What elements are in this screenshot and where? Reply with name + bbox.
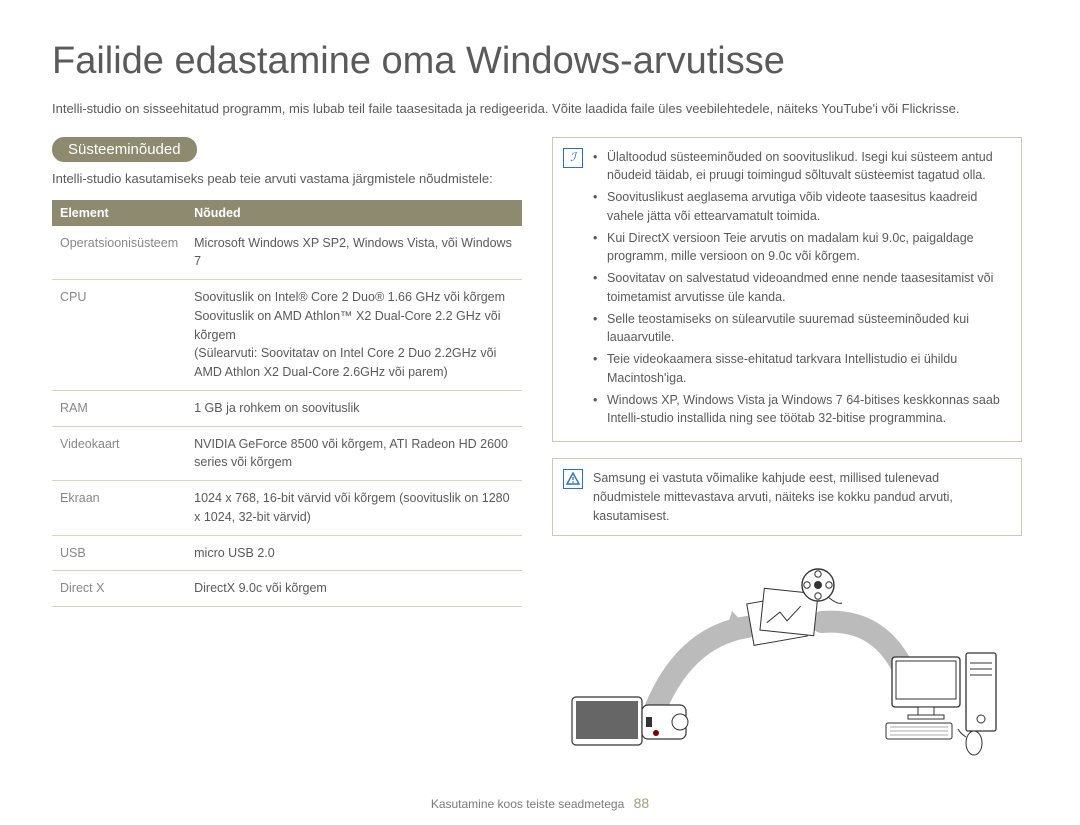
list-item: Selle teostamiseks on sülearvutile suure… [593, 310, 1007, 348]
column-left: Süsteeminõuded Intelli-studio kasutamise… [52, 137, 522, 608]
table-cell-key: Operatsioonisüsteem [52, 226, 186, 280]
table-cell-value: DirectX 9.0c või kõrgem [186, 571, 522, 607]
requirements-table: Element Nõuded Operatsioonisüsteem Micro… [52, 200, 522, 608]
list-item: Ülaltoodud süsteeminõuded on soovituslik… [593, 148, 1007, 186]
note-warning-text: Samsung ei vastuta võimalike kahjude ees… [593, 469, 1007, 525]
warning-icon [563, 469, 583, 489]
workflow-illustration [552, 567, 1022, 767]
table-cell-value: Soovituslik on Intel® Core 2 Duo® 1.66 G… [186, 280, 522, 391]
footer-section-label: Kasutamine koos teiste seadmetega [431, 797, 624, 811]
sysreq-subtext: Intelli-studio kasutamiseks peab teie ar… [52, 170, 522, 188]
info-icon: ℐ [563, 148, 583, 168]
table-cell-key: Direct X [52, 571, 186, 607]
column-right: ℐ Ülaltoodud süsteeminõuded on soovitusl… [552, 137, 1022, 608]
table-row: RAM 1 GB ja rohkem on soovituslik [52, 390, 522, 426]
table-row: USB micro USB 2.0 [52, 535, 522, 571]
page-title: Failide edastamine oma Windows-arvutisse [52, 40, 1028, 83]
table-cell-value: 1 GB ja rohkem on soovituslik [186, 390, 522, 426]
table-row: Ekraan 1024 x 768, 16-bit värvid või kõr… [52, 481, 522, 536]
list-item: Soovitatav on salvestatud videoandmed en… [593, 269, 1007, 307]
intro-text: Intelli-studio on sisseehitatud programm… [52, 99, 1028, 119]
table-row: Direct X DirectX 9.0c või kõrgem [52, 571, 522, 607]
table-cell-value: Microsoft Windows XP SP2, Windows Vista,… [186, 226, 522, 280]
list-item: Teie videokaamera sisse-ehitatud tarkvar… [593, 350, 1007, 388]
table-cell-key: Ekraan [52, 481, 186, 536]
camcorder-icon [572, 697, 688, 745]
table-cell-key: CPU [52, 280, 186, 391]
illustration-svg [552, 567, 1022, 767]
table-cell-value: NVIDIA GeForce 8500 või kõrgem, ATI Rade… [186, 426, 522, 481]
table-cell-value: 1024 x 768, 16-bit värvid või kõrgem (so… [186, 481, 522, 536]
table-cell-key: RAM [52, 390, 186, 426]
list-item: Windows XP, Windows Vista ja Windows 7 6… [593, 391, 1007, 429]
table-row: Operatsioonisüsteem Microsoft Windows XP… [52, 226, 522, 280]
note-box-warning: Samsung ei vastuta võimalike kahjude ees… [552, 458, 1022, 536]
content-columns: Süsteeminõuded Intelli-studio kasutamise… [52, 137, 1028, 608]
table-row: CPU Soovituslik on Intel® Core 2 Duo® 1.… [52, 280, 522, 391]
table-row: Videokaart NVIDIA GeForce 8500 või kõrge… [52, 426, 522, 481]
list-item: Kui DirectX versioon Teie arvutis on mad… [593, 229, 1007, 267]
page-number: 88 [634, 795, 650, 811]
section-header-sysreq: Süsteeminõuded [52, 137, 197, 162]
desktop-computer-icon [886, 653, 996, 755]
arrow-icon [652, 611, 747, 717]
page-footer: Kasutamine koos teiste seadmetega 88 [0, 795, 1080, 811]
list-item: Soovituslikust aeglasema arvutiga võib v… [593, 188, 1007, 226]
note-box-tips: ℐ Ülaltoodud süsteeminõuded on soovitusl… [552, 137, 1022, 443]
table-header-requirements: Nõuded [186, 200, 522, 226]
note-tips-content: Ülaltoodud süsteeminõuded on soovituslik… [593, 148, 1007, 432]
table-cell-key: Videokaart [52, 426, 186, 481]
table-header-element: Element [52, 200, 186, 226]
film-reel-icon [802, 569, 842, 603]
table-cell-key: USB [52, 535, 186, 571]
table-cell-value: micro USB 2.0 [186, 535, 522, 571]
